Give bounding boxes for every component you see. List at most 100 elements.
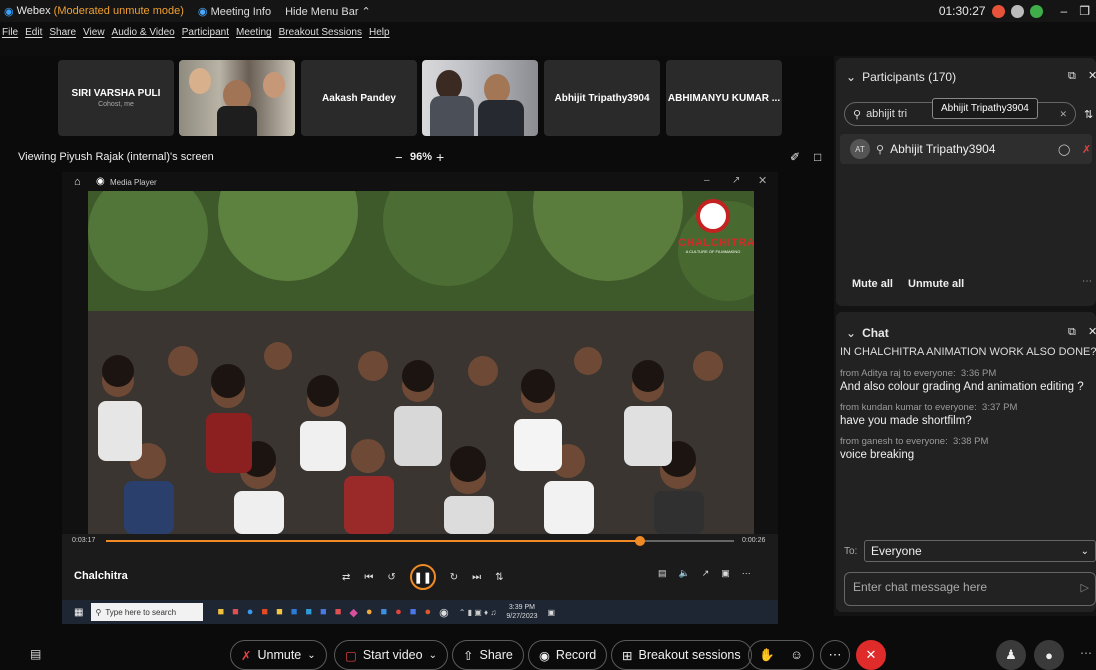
chat-bubble-icon[interactable]: ◯	[1058, 143, 1070, 156]
zoom-in-button[interactable]: +	[436, 149, 444, 165]
menu-audio-video[interactable]: Audio & Video	[112, 27, 175, 38]
menu-edit[interactable]: Edit	[25, 27, 42, 38]
reactions-button[interactable]: ✋ ☺	[748, 640, 814, 670]
participant-tile-abhijit[interactable]: Abhijit Tripathy3904	[544, 60, 660, 136]
app-icon[interactable]: ●	[424, 606, 431, 619]
close-icon[interactable]: ✕	[1088, 325, 1096, 338]
participant-tile-abhimanyu[interactable]: ABHIMANYU KUMAR ...	[666, 60, 782, 136]
participant-tile-self[interactable]: SIRI VARSHA PULI Cohost, me	[58, 60, 174, 136]
unmute-all-button[interactable]: Unmute all	[908, 278, 964, 290]
participants-toggle-button[interactable]: ♟	[996, 640, 1026, 670]
app-icon[interactable]: ■	[380, 606, 387, 619]
popout-icon[interactable]: ⧉	[1068, 70, 1076, 83]
app-icon[interactable]: ■	[217, 606, 224, 619]
participant-result-row[interactable]: AT ⚲ Abhijit Tripathy3904 ◯ ✗	[840, 134, 1092, 164]
meeting-info-button[interactable]: ◉ Meeting Info	[198, 5, 271, 18]
participant-name: Abhijit Tripathy3904	[554, 92, 650, 104]
to-label: To:	[844, 546, 858, 557]
forward-icon[interactable]: ↻	[450, 572, 458, 583]
more-options-icon[interactable]: ⋯	[1082, 276, 1092, 287]
zoom-out-button[interactable]: −	[395, 150, 403, 165]
close-icon[interactable]: ✕	[1088, 69, 1096, 82]
menu-meeting[interactable]: Meeting	[236, 27, 272, 38]
more-icon[interactable]: ⋯	[742, 568, 751, 579]
app-icon[interactable]: ◆	[349, 606, 357, 619]
fullscreen-icon[interactable]: ↗	[702, 568, 710, 579]
app-icon[interactable]: ■	[291, 606, 298, 619]
muted-mic-icon: ✗	[241, 648, 252, 663]
muted-mic-icon[interactable]: ✗	[1082, 143, 1091, 156]
notifications-icon[interactable]: ▣	[548, 608, 556, 617]
miniplayer-icon[interactable]: ▣	[721, 568, 730, 579]
more-options-button[interactable]: ⋯	[820, 640, 850, 670]
video-frame[interactable]: CHALCHITRA A CULTURE OF FILMMAKING	[88, 191, 754, 534]
chevron-down-icon: ⌄	[1080, 545, 1089, 557]
participant-tile-aakash[interactable]: Aakash Pandey	[301, 60, 417, 136]
window-close-button[interactable]: ✕	[758, 174, 767, 187]
app-icon[interactable]: ●	[395, 606, 402, 619]
captions-button[interactable]: ▤	[30, 647, 41, 661]
chevron-down-icon[interactable]: ⌄	[429, 650, 437, 661]
seek-handle[interactable]	[634, 536, 645, 546]
menu-breakout-sessions[interactable]: Breakout Sessions	[279, 27, 362, 38]
taskbar-search[interactable]: ⚲ Type here to search	[91, 603, 204, 621]
captions-icon[interactable]: ▤	[658, 568, 667, 579]
app-icon[interactable]: ■	[232, 606, 239, 619]
app-icon[interactable]: ●	[247, 606, 254, 619]
minimize-button[interactable]: –	[1061, 4, 1068, 18]
window-restore-button[interactable]: ↗	[732, 175, 740, 186]
chat-messages: IN CHALCHITRA ANIMATION WORK ALSO DONE? …	[840, 344, 1096, 514]
more-panels-icon[interactable]: ⋯	[1080, 646, 1092, 660]
mute-all-button[interactable]: Mute all	[852, 278, 893, 290]
app-icon[interactable]: ■	[305, 606, 312, 619]
app-icon[interactable]: ◉	[439, 606, 449, 619]
windows-start-icon[interactable]: ▦	[74, 607, 83, 618]
chat-input-placeholder: Enter chat message here	[853, 580, 988, 594]
app-icon[interactable]: ■	[320, 606, 327, 619]
next-icon[interactable]: ⏭	[472, 572, 481, 583]
chat-input[interactable]: Enter chat message here ▷	[844, 572, 1096, 606]
clear-search-icon[interactable]: ✕	[1059, 109, 1067, 120]
rewind-icon[interactable]: ↺	[387, 572, 395, 583]
hide-menu-bar-button[interactable]: Hide Menu Bar ⌃	[285, 5, 371, 18]
sort-icon[interactable]: ⇅	[1084, 108, 1093, 121]
repeat-icon[interactable]: ⇅	[495, 572, 503, 583]
menu-file[interactable]: File	[2, 27, 18, 38]
menu-share[interactable]: Share	[49, 27, 76, 38]
pause-button[interactable]: ❚❚	[409, 564, 436, 590]
popout-icon[interactable]: □	[814, 150, 821, 164]
home-icon[interactable]: ⌂	[74, 176, 81, 188]
player-controls: 0:03:17 0:00:26 Chalchitra ⇄ ⏮ ↺ ❚❚ ↻ ⏭ …	[62, 534, 778, 600]
shuffle-icon[interactable]: ⇄	[342, 572, 350, 583]
chat-toggle-button[interactable]: ●	[1034, 640, 1064, 670]
menu-view[interactable]: View	[83, 27, 105, 38]
app-icon[interactable]: ■	[261, 606, 268, 619]
recipient-select[interactable]: Everyone ⌄	[864, 540, 1096, 562]
app-icon[interactable]: ●	[366, 606, 373, 619]
participant-video-2[interactable]	[422, 60, 538, 136]
chat-header[interactable]: ⌄ Chat	[846, 326, 889, 340]
share-button[interactable]: ⇧ Share	[452, 640, 524, 670]
popout-icon[interactable]: ⧉	[1068, 326, 1076, 339]
seek-bar[interactable]	[106, 536, 734, 546]
previous-icon[interactable]: ⏮	[364, 572, 373, 583]
menu-participant[interactable]: Participant	[182, 27, 229, 38]
annotate-icon[interactable]: ✐	[790, 150, 800, 164]
app-icon[interactable]: ■	[335, 606, 342, 619]
restore-button[interactable]: ❐	[1079, 4, 1090, 18]
volume-icon[interactable]: 🔈	[679, 568, 690, 579]
participants-header[interactable]: ⌄ Participants (170)	[846, 70, 956, 84]
start-video-button[interactable]: ▢ Start video ⌄	[334, 640, 448, 670]
end-call-button[interactable]: ✕	[856, 640, 886, 670]
chevron-down-icon[interactable]: ⌄	[307, 650, 315, 661]
record-button[interactable]: ◉ Record	[528, 640, 608, 670]
window-minimize-button[interactable]: –	[704, 175, 710, 186]
participant-video-1[interactable]	[179, 60, 295, 136]
app-icon[interactable]: ■	[410, 606, 417, 619]
unmute-button[interactable]: ✗ Unmute ⌄	[230, 640, 327, 670]
player-extra-buttons: ▤ 🔈 ↗ ▣ ⋯	[658, 568, 751, 579]
app-icon[interactable]: ■	[276, 606, 283, 619]
send-icon[interactable]: ▷	[1081, 581, 1089, 594]
breakout-sessions-button[interactable]: ⊞ Breakout sessions	[611, 640, 752, 670]
menu-help[interactable]: Help	[369, 27, 390, 38]
